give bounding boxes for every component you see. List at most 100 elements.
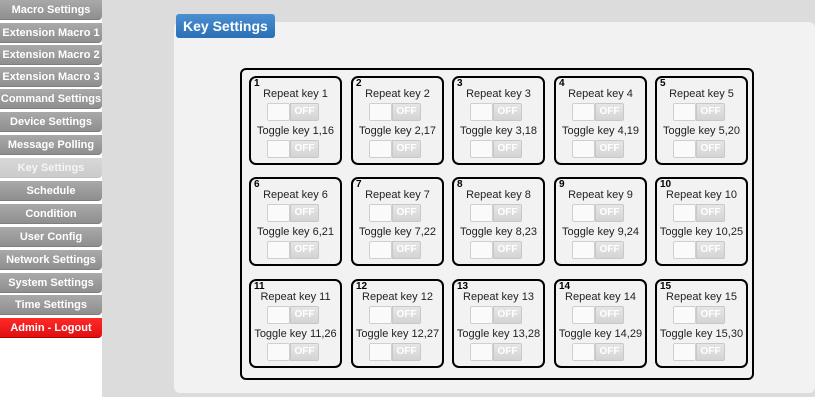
key-card-14: 14 Repeat key 14 OFF Toggle key 14,29 OFF: [554, 279, 647, 368]
toggle-state-text: OFF: [595, 204, 624, 222]
toggle-state-text: OFF: [290, 204, 319, 222]
toggle-knob: [267, 140, 290, 158]
sidebar-item-network-settings[interactable]: Network Settings: [0, 250, 102, 270]
repeat-key-label: Repeat key 9: [568, 189, 633, 201]
toggle-key-label: Toggle key 14,29: [558, 328, 643, 340]
toggle-knob: [572, 343, 595, 361]
toggle-knob: [470, 103, 493, 121]
sidebar-item-macro-settings[interactable]: Macro Settings: [0, 0, 102, 20]
repeat-key-toggle[interactable]: OFF: [267, 204, 319, 222]
key-card-12: 12 Repeat key 12 OFF Toggle key 12,27 OFF: [351, 279, 444, 368]
toggle-knob: [470, 306, 493, 324]
toggle-knob: [572, 241, 595, 259]
toggle-state-text: OFF: [696, 343, 725, 361]
toggle-state-text: OFF: [493, 306, 522, 324]
repeat-key-toggle[interactable]: OFF: [369, 306, 421, 324]
sidebar-item-admin-logout[interactable]: Admin - Logout: [0, 318, 102, 338]
repeat-key-toggle[interactable]: OFF: [369, 204, 421, 222]
toggle-knob: [369, 306, 392, 324]
sidebar-item-condition[interactable]: Condition: [0, 204, 102, 224]
toggle-knob: [673, 306, 696, 324]
key-card-5: 5 Repeat key 5 OFF Toggle key 5,20 OFF: [655, 76, 748, 165]
toggle-state-text: OFF: [696, 103, 725, 121]
toggle-state-text: OFF: [696, 204, 725, 222]
toggle-key-toggle[interactable]: OFF: [673, 140, 725, 158]
toggle-key-toggle[interactable]: OFF: [470, 140, 522, 158]
sidebar-item-extension-macro-1[interactable]: Extension Macro 1: [0, 23, 102, 43]
repeat-key-toggle[interactable]: OFF: [572, 204, 624, 222]
toggle-state-text: OFF: [493, 204, 522, 222]
toggle-knob: [267, 241, 290, 259]
toggle-knob: [369, 241, 392, 259]
key-card-1: 1 Repeat key 1 OFF Toggle key 1,16 OFF: [249, 76, 342, 165]
toggle-key-label: Toggle key 10,25: [659, 226, 744, 238]
toggle-knob: [673, 343, 696, 361]
toggle-key-label: Toggle key 3,18: [459, 125, 538, 137]
toggle-key-toggle[interactable]: OFF: [267, 241, 319, 259]
sidebar-item-time-settings[interactable]: Time Settings: [0, 295, 102, 315]
sidebar-item-user-config[interactable]: User Config: [0, 227, 102, 247]
repeat-key-toggle[interactable]: OFF: [673, 103, 725, 121]
key-card-3: 3 Repeat key 3 OFF Toggle key 3,18 OFF: [452, 76, 545, 165]
toggle-key-label: Toggle key 1,16: [256, 125, 335, 137]
repeat-key-label: Repeat key 5: [669, 88, 734, 100]
repeat-key-toggle[interactable]: OFF: [470, 103, 522, 121]
toggle-knob: [470, 204, 493, 222]
toggle-key-label: Toggle key 13,28: [456, 328, 541, 340]
repeat-key-toggle[interactable]: OFF: [267, 103, 319, 121]
toggle-key-toggle[interactable]: OFF: [267, 343, 319, 361]
toggle-key-toggle[interactable]: OFF: [673, 241, 725, 259]
toggle-knob: [673, 204, 696, 222]
repeat-key-toggle[interactable]: OFF: [673, 306, 725, 324]
toggle-key-label: Toggle key 4,19: [561, 125, 640, 137]
sidebar-item-extension-macro-3[interactable]: Extension Macro 3: [0, 67, 102, 87]
repeat-key-toggle[interactable]: OFF: [369, 103, 421, 121]
toggle-key-toggle[interactable]: OFF: [267, 140, 319, 158]
sidebar-item-system-settings[interactable]: System Settings: [0, 273, 102, 293]
toggle-state-text: OFF: [290, 241, 319, 259]
toggle-key-toggle[interactable]: OFF: [572, 140, 624, 158]
repeat-key-toggle[interactable]: OFF: [572, 306, 624, 324]
toggle-key-toggle[interactable]: OFF: [673, 343, 725, 361]
repeat-key-label: Repeat key 7: [365, 189, 430, 201]
key-card-7: 7 Repeat key 7 OFF Toggle key 7,22 OFF: [351, 177, 444, 266]
toggle-state-text: OFF: [493, 103, 522, 121]
toggle-key-toggle[interactable]: OFF: [470, 241, 522, 259]
sidebar-item-command-settings[interactable]: Command Settings: [0, 89, 102, 109]
toggle-state-text: OFF: [392, 306, 421, 324]
sidebar-item-extension-macro-2[interactable]: Extension Macro 2: [0, 45, 102, 65]
sidebar-item-key-settings[interactable]: Key Settings: [0, 158, 102, 178]
toggle-key-toggle[interactable]: OFF: [369, 140, 421, 158]
key-card-15: 15 Repeat key 15 OFF Toggle key 15,30 OFF: [655, 279, 748, 368]
toggle-key-toggle[interactable]: OFF: [369, 241, 421, 259]
key-card-8: 8 Repeat key 8 OFF Toggle key 8,23 OFF: [452, 177, 545, 266]
repeat-key-label: Repeat key 2: [365, 88, 430, 100]
toggle-state-text: OFF: [696, 140, 725, 158]
toggle-key-label: Toggle key 12,27: [355, 328, 440, 340]
repeat-key-toggle[interactable]: OFF: [572, 103, 624, 121]
toggle-key-label: Toggle key 8,23: [459, 226, 538, 238]
toggle-knob: [267, 103, 290, 121]
repeat-key-toggle[interactable]: OFF: [470, 306, 522, 324]
toggle-knob: [369, 343, 392, 361]
sidebar-item-device-settings[interactable]: Device Settings: [0, 112, 102, 132]
repeat-key-toggle[interactable]: OFF: [673, 204, 725, 222]
toggle-knob: [369, 103, 392, 121]
toggle-key-toggle[interactable]: OFF: [572, 343, 624, 361]
toggle-key-toggle[interactable]: OFF: [470, 343, 522, 361]
toggle-key-toggle[interactable]: OFF: [572, 241, 624, 259]
toggle-knob: [470, 343, 493, 361]
toggle-key-label: Toggle key 5,20: [662, 125, 741, 137]
key-card-6: 6 Repeat key 6 OFF Toggle key 6,21 OFF: [249, 177, 342, 266]
repeat-key-toggle[interactable]: OFF: [470, 204, 522, 222]
sidebar-item-schedule[interactable]: Schedule: [0, 181, 102, 201]
toggle-knob: [673, 103, 696, 121]
repeat-key-label: Repeat key 4: [568, 88, 633, 100]
sidebar-item-message-polling[interactable]: Message Polling: [0, 135, 102, 155]
toggle-state-text: OFF: [595, 343, 624, 361]
sidebar-menu: Macro Settings Extension Macro 1 Extension…: [0, 0, 102, 397]
key-card-9: 9 Repeat key 9 OFF Toggle key 9,24 OFF: [554, 177, 647, 266]
repeat-key-toggle[interactable]: OFF: [267, 306, 319, 324]
toggle-key-toggle[interactable]: OFF: [369, 343, 421, 361]
toggle-knob: [267, 306, 290, 324]
